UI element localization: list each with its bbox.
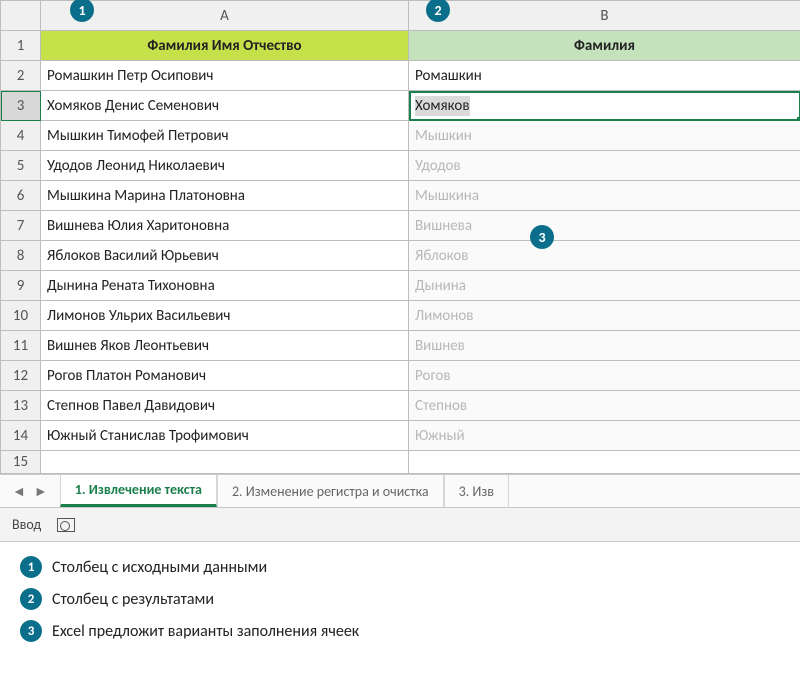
row-header[interactable]: 13 xyxy=(1,391,41,421)
cell-a[interactable]: Рогов Платон Романович xyxy=(41,361,409,391)
legend-item-3: 3 Excel предложит варианты заполнения яч… xyxy=(20,620,780,642)
cell-a[interactable]: Вишнев Яков Леонтьевич xyxy=(41,331,409,361)
select-all-corner[interactable] xyxy=(1,1,41,31)
legend-item-1: 1 Столбец с исходными данными xyxy=(20,556,780,578)
tab-nav: ◄ ► xyxy=(0,483,60,500)
col-header-b[interactable]: B xyxy=(409,1,800,31)
flashfill-suggestion[interactable]: Южный xyxy=(409,421,800,451)
tab-extraction[interactable]: 1. Извлечение текста xyxy=(60,475,217,507)
legend: 1 Столбец с исходными данными 2 Столбец … xyxy=(0,542,800,650)
cell-a[interactable]: Степнов Павел Давидович xyxy=(41,391,409,421)
legend-text-2: Столбец с результатами xyxy=(52,590,214,609)
row-header[interactable]: 3 xyxy=(1,91,41,121)
flashfill-suggestion[interactable]: Мышкина xyxy=(409,181,800,211)
cell-b-active[interactable]: Хомяков xyxy=(409,91,800,121)
cell-a[interactable]: Мышкин Тимофей Петрович xyxy=(41,121,409,151)
tab-next-icon[interactable]: ► xyxy=(34,483,48,500)
sheet-tabs: ◄ ► 1. Извлечение текста 2. Изменение ре… xyxy=(0,474,800,508)
flashfill-suggestion[interactable]: Вишнев xyxy=(409,331,800,361)
tab-case-clean[interactable]: 2. Изменение регистра и очистка xyxy=(217,475,444,507)
callout-3: 3 xyxy=(530,225,554,249)
row-header[interactable]: 2 xyxy=(1,61,41,91)
flashfill-suggestion[interactable]: Рогов xyxy=(409,361,800,391)
status-mode: Ввод xyxy=(12,516,41,533)
legend-item-2: 2 Столбец с результатами xyxy=(20,588,780,610)
macro-record-icon[interactable] xyxy=(57,518,75,532)
row-header[interactable]: 8 xyxy=(1,241,41,271)
cell-a[interactable]: Дынина Рената Тихоновна xyxy=(41,271,409,301)
row-header[interactable]: 12 xyxy=(1,361,41,391)
row-header[interactable]: 7 xyxy=(1,211,41,241)
row-header[interactable]: 4 xyxy=(1,121,41,151)
flashfill-suggestion[interactable]: Удодов xyxy=(409,151,800,181)
cell-b[interactable]: Ромашкин xyxy=(409,61,800,91)
status-bar: Ввод xyxy=(0,508,800,542)
cell-b[interactable] xyxy=(409,451,800,474)
row-header[interactable]: 6 xyxy=(1,181,41,211)
cell-a[interactable]: Южный Станислав Трофимович xyxy=(41,421,409,451)
row-header[interactable]: 11 xyxy=(1,331,41,361)
flashfill-suggestion[interactable]: Степнов xyxy=(409,391,800,421)
flashfill-suggestion[interactable]: Лимонов xyxy=(409,301,800,331)
legend-text-1: Столбец с исходными данными xyxy=(52,558,267,577)
cell-a[interactable]: Ромашкин Петр Осипович xyxy=(41,61,409,91)
tab-third[interactable]: 3. Изв xyxy=(444,475,509,507)
row-header[interactable]: 5 xyxy=(1,151,41,181)
grid[interactable]: A B 1 Фамилия Имя Отчество Фамилия 2 Ром… xyxy=(0,0,800,474)
col-header-a[interactable]: A xyxy=(41,1,409,31)
cell-a[interactable]: Лимонов Ульрих Васильевич xyxy=(41,301,409,331)
edit-selection: Хомяков xyxy=(415,96,470,116)
cell-a[interactable]: Хомяков Денис Семенович xyxy=(41,91,409,121)
cell-a[interactable] xyxy=(41,451,409,474)
row-header[interactable]: 9 xyxy=(1,271,41,301)
legend-badge-2: 2 xyxy=(20,588,42,610)
legend-badge-1: 1 xyxy=(20,556,42,578)
cell-a[interactable]: Удодов Леонид Николаевич xyxy=(41,151,409,181)
cell-a[interactable]: Яблоков Василий Юрьевич xyxy=(41,241,409,271)
cell-a[interactable]: Мышкина Марина Платоновна xyxy=(41,181,409,211)
flashfill-suggestion[interactable]: Мышкин xyxy=(409,121,800,151)
row-header[interactable]: 15 xyxy=(1,451,41,474)
row-header[interactable]: 10 xyxy=(1,301,41,331)
legend-text-3: Excel предложит варианты заполнения ячее… xyxy=(52,622,359,641)
tab-prev-icon[interactable]: ◄ xyxy=(12,483,26,500)
flashfill-suggestion[interactable]: Яблоков xyxy=(409,241,800,271)
cell-a1-header[interactable]: Фамилия Имя Отчество xyxy=(41,31,409,61)
cell-b1-header[interactable]: Фамилия xyxy=(409,31,800,61)
cell-a[interactable]: Вишнева Юлия Харитоновна xyxy=(41,211,409,241)
flashfill-suggestion[interactable]: Дынина xyxy=(409,271,800,301)
flashfill-suggestion[interactable]: Вишнева xyxy=(409,211,800,241)
spreadsheet-area: 1 2 3 A B 1 Фамилия Имя Отчество Фамилия… xyxy=(0,0,800,474)
row-header[interactable]: 1 xyxy=(1,31,41,61)
row-header[interactable]: 14 xyxy=(1,421,41,451)
legend-badge-3: 3 xyxy=(20,620,42,642)
